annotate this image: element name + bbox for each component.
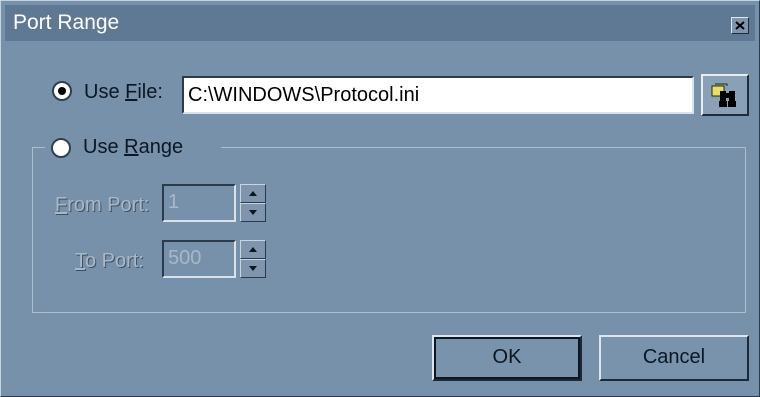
use-file-label-suffix: ile: <box>137 81 163 103</box>
use-range-label-suffix: ange <box>138 136 184 158</box>
use-range-label-prefix: Use <box>83 136 125 158</box>
file-path-input[interactable]: C:\WINDOWS\Protocol.ini <box>182 76 694 114</box>
use-file-label[interactable]: Use File: <box>84 81 163 104</box>
to-port-input[interactable]: 500 <box>162 240 236 278</box>
range-groupbox <box>32 147 746 313</box>
use-range-label-mnemonic: R <box>124 136 139 158</box>
use-range-radio[interactable] <box>51 138 71 158</box>
from-port-label: From Port: <box>55 194 149 217</box>
arrow-up-icon <box>249 247 257 252</box>
port-range-dialog: Port Range Use File: C:\WINDOWS\Protocol… <box>0 0 760 397</box>
browse-button[interactable] <box>701 74 749 116</box>
use-file-radio[interactable] <box>52 81 72 101</box>
use-file-label-mnemonic: F <box>125 81 138 103</box>
from-port-up-button[interactable] <box>240 184 266 203</box>
dialog-title: Port Range <box>13 11 120 34</box>
ok-button[interactable]: OK <box>432 335 582 381</box>
range-groupbox-legend: Use Range <box>45 135 221 161</box>
arrow-down-icon <box>249 210 257 215</box>
arrow-down-icon <box>249 266 257 271</box>
close-icon <box>735 21 745 30</box>
from-port-label-suffix: rom Port: <box>67 194 150 216</box>
from-port-input[interactable]: 1 <box>162 184 236 222</box>
use-file-label-prefix: Use <box>84 81 126 103</box>
binoculars-icon <box>711 83 736 107</box>
from-port-down-button[interactable] <box>240 203 266 222</box>
arrow-up-icon <box>249 191 257 196</box>
close-button[interactable] <box>731 17 749 34</box>
from-port-spinner[interactable] <box>240 184 266 222</box>
cancel-button[interactable]: Cancel <box>599 335 749 381</box>
to-port-label-suffix: o Port: <box>85 250 144 272</box>
to-port-label: To Port: <box>75 250 144 273</box>
use-range-label[interactable]: Use Range <box>83 136 183 159</box>
to-port-down-button[interactable] <box>240 259 266 278</box>
radio-selected-dot <box>58 87 66 95</box>
to-port-up-button[interactable] <box>240 240 266 259</box>
from-port-label-mnemonic: F <box>55 194 68 216</box>
to-port-spinner[interactable] <box>240 240 266 278</box>
to-port-label-mnemonic: T <box>75 250 85 272</box>
title-bar[interactable]: Port Range <box>5 5 755 41</box>
